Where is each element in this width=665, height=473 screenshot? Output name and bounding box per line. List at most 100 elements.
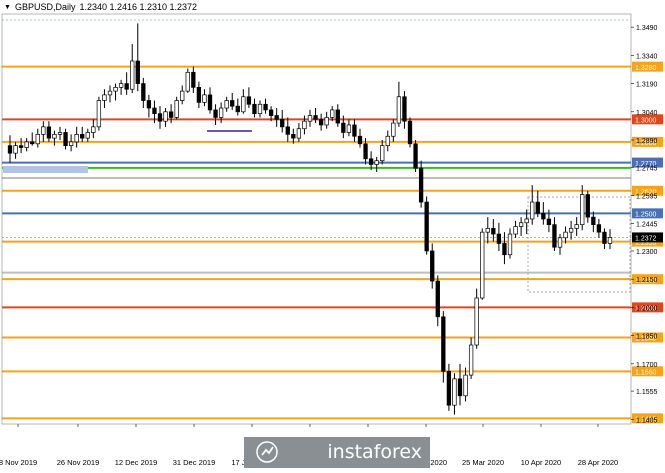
candle-body — [496, 233, 502, 244]
candle-body — [563, 231, 568, 239]
candle-body — [230, 100, 235, 107]
candle-body — [80, 134, 85, 139]
candle-body — [591, 216, 596, 225]
candle-body — [574, 224, 579, 229]
candle-body — [68, 141, 74, 147]
candle-body — [218, 107, 224, 118]
candle-body — [263, 103, 268, 111]
candle-body — [307, 115, 313, 122]
plot-frame — [1, 13, 632, 425]
x-tick-label: 25 Mar 2020 — [462, 458, 504, 467]
candle-body — [157, 113, 163, 122]
candle-body — [513, 226, 518, 235]
candle-body — [46, 126, 52, 139]
y-tick-label: 1.1850 — [636, 334, 658, 341]
y-tick-label: 1.2890 — [636, 138, 658, 145]
dropdown-arrow-icon[interactable]: ▼ — [4, 4, 11, 11]
y-tick-label: 1.2595 — [636, 193, 658, 200]
x-tick-label: 31 Dec 2019 — [173, 458, 216, 467]
candle-body — [385, 135, 390, 147]
candle-body — [174, 100, 179, 118]
candle-body — [118, 83, 124, 88]
candle-body — [368, 158, 374, 165]
y-tick-label: 1.2000 — [636, 305, 658, 312]
candle-body — [163, 111, 168, 122]
candle-body — [335, 109, 340, 124]
zone-box — [3, 166, 88, 173]
candle-body — [13, 145, 18, 154]
candle-body — [413, 143, 418, 169]
y-tick-label: 1.1405 — [636, 417, 658, 424]
candle-body — [52, 134, 57, 139]
candle-body — [424, 201, 429, 252]
current-price-label: 1.2372 — [635, 236, 657, 243]
level-label: 1.3280 — [635, 65, 657, 72]
candle-body — [135, 60, 140, 84]
axis-layer: 1.32801.30001.28801.27701.26201.25001.23… — [0, 13, 663, 467]
candle-body — [546, 218, 552, 225]
candle-body — [146, 100, 152, 109]
candle-body — [518, 222, 524, 227]
candle-body — [141, 83, 146, 101]
candle-body — [580, 194, 585, 225]
level-label: 1.1660 — [635, 370, 657, 377]
candle-body — [180, 90, 185, 101]
candle-body — [235, 105, 240, 113]
y-tick-label: 1.3040 — [636, 110, 658, 117]
candle-body — [285, 126, 290, 135]
candle-body — [430, 250, 435, 282]
candle-body — [257, 103, 263, 115]
y-tick-label: 1.2745 — [636, 165, 658, 172]
price-chart[interactable]: 1.32801.30001.28801.27701.26201.25001.23… — [0, 0, 665, 468]
candle-body — [168, 111, 174, 118]
candle-body — [296, 128, 302, 139]
candle-body — [507, 233, 513, 256]
candles-layer — [7, 23, 613, 415]
candle-body — [196, 86, 202, 103]
candle-body — [363, 143, 368, 160]
candle-body — [241, 96, 246, 113]
candle-body — [324, 117, 329, 126]
candle-body — [485, 228, 490, 233]
y-tick-label: 1.3340 — [636, 53, 658, 60]
level-label: 1.3000 — [635, 118, 657, 125]
y-tick-label: 1.1555 — [636, 389, 658, 396]
y-tick-label: 1.2300 — [636, 249, 658, 256]
candle-body — [41, 126, 46, 135]
candle-body — [346, 124, 352, 133]
candle-body — [268, 109, 274, 116]
candle-body — [302, 120, 307, 130]
candle-body — [452, 378, 457, 406]
candle-body — [102, 94, 107, 101]
candle-body — [207, 94, 213, 111]
candle-body — [602, 231, 607, 244]
candle-body — [185, 71, 190, 92]
chart-window: 1.3280 1.3000 1.2880 1.2770 1.2620 1.2500 1.23… — [0, 0, 665, 468]
y-tick-label: 1.2445 — [636, 222, 658, 229]
candle-body — [524, 218, 529, 224]
ohlc-label: 1.2340 1.2416 1.2310 1.2372 — [79, 2, 198, 12]
x-tick-label: 10 Apr 2020 — [521, 458, 561, 467]
candle-body — [246, 96, 252, 105]
candle-body — [391, 122, 396, 137]
candle-body — [541, 213, 546, 220]
watermark-brand: instaforex — [327, 441, 422, 463]
x-tick-label: 8 Nov 2019 — [0, 458, 37, 467]
candle-body — [7, 145, 13, 154]
candle-body — [352, 124, 357, 137]
candle-body — [318, 118, 324, 126]
candle-body — [535, 201, 540, 214]
candle-body — [418, 167, 424, 203]
candle-body — [24, 141, 29, 148]
candle-body — [468, 344, 474, 376]
candle-body — [568, 228, 574, 233]
candle-body — [380, 145, 385, 162]
candle-body — [124, 83, 129, 90]
y-tick-label: 1.2150 — [636, 277, 658, 284]
candle-body — [113, 86, 118, 92]
levels-layer — [2, 19, 631, 420]
x-tick-label: 12 Dec 2019 — [115, 458, 158, 467]
candle-body — [457, 378, 463, 397]
candle-body — [585, 194, 590, 218]
candle-body — [91, 126, 96, 133]
